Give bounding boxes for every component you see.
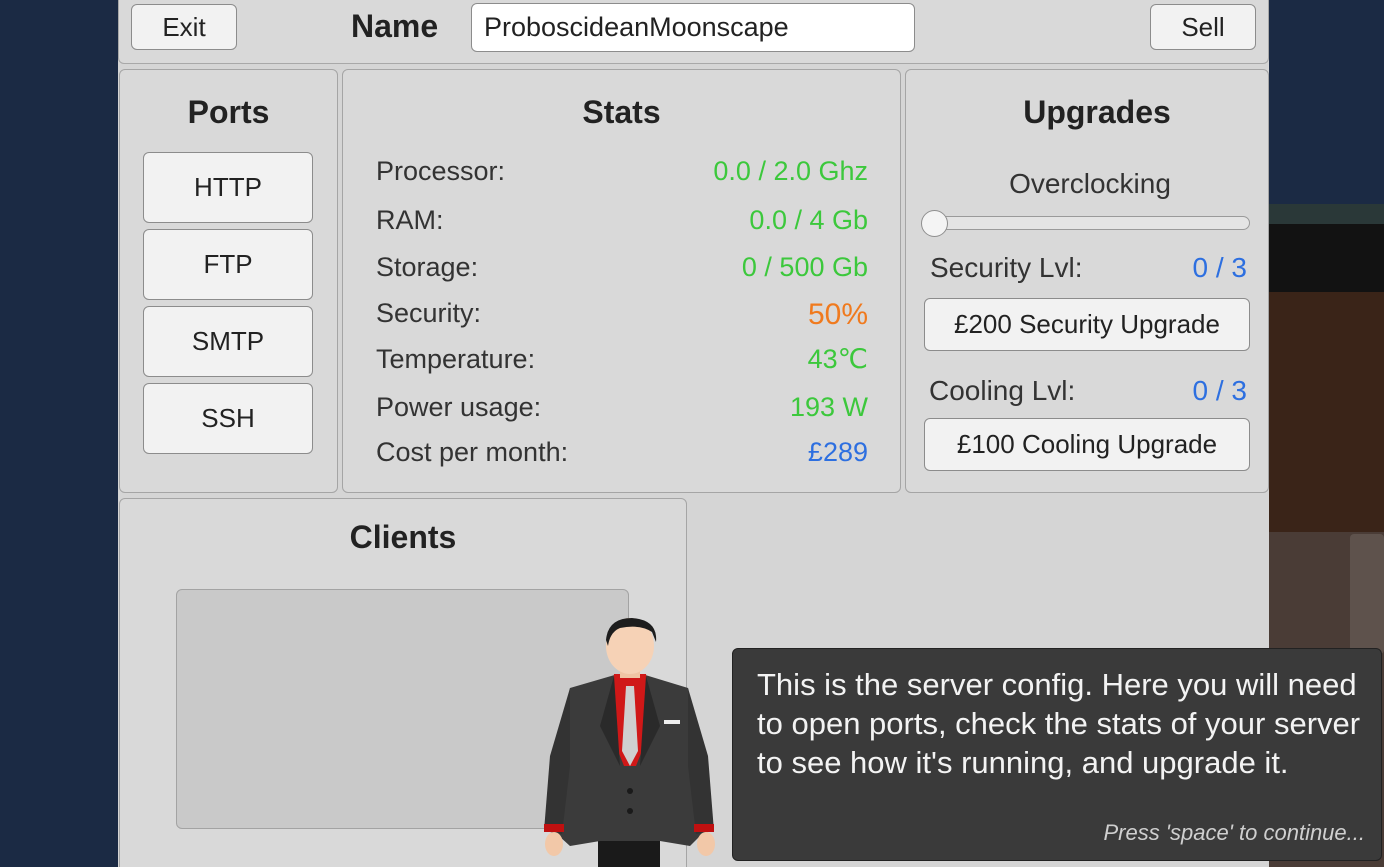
background-scene-wall <box>1268 292 1384 532</box>
ports-title: Ports <box>187 94 270 130</box>
stat-row-storage: Storage: 0 / 500 Gb <box>376 252 868 283</box>
stat-label: Processor: <box>376 156 506 186</box>
stat-label: RAM: <box>376 205 444 235</box>
stats-title: Stats <box>582 94 661 130</box>
port-http-button[interactable]: HTTP <box>143 152 313 223</box>
stat-value: 0.0 / 4 Gb <box>749 205 868 235</box>
stat-row-temperature: Temperature: 43℃ <box>376 344 868 375</box>
continue-hint: Press 'space' to continue... <box>1103 820 1365 845</box>
security-level-label: Security Lvl: <box>930 252 1083 283</box>
stat-value: 50% <box>807 298 868 331</box>
security-level-value: 0 / 3 <box>1192 252 1247 283</box>
port-smtp-button[interactable]: SMTP <box>143 306 313 377</box>
stat-value: 193 W <box>789 392 868 422</box>
tutorial-character-illustration <box>544 618 715 867</box>
exit-button[interactable]: Exit <box>131 4 237 50</box>
stat-row-power: Power usage: 193 W <box>376 392 868 423</box>
background-scene-strip <box>1268 204 1384 224</box>
stat-value: 43℃ <box>807 344 868 374</box>
stat-row-security: Security: 50% <box>376 298 868 332</box>
upgrades-title: Upgrades <box>1023 94 1171 130</box>
tutorial-dialog[interactable]: This is the server config. Here you will… <box>732 648 1382 861</box>
cooling-level-label: Cooling Lvl: <box>929 375 1076 406</box>
port-ssh-button[interactable]: SSH <box>143 383 313 454</box>
overclocking-slider-track[interactable] <box>922 216 1250 230</box>
stat-value: 0 / 500 Gb <box>741 252 868 282</box>
cooling-upgrade-button[interactable]: £100 Cooling Upgrade <box>924 418 1250 471</box>
stat-label: Storage: <box>376 252 479 282</box>
port-ftp-button[interactable]: FTP <box>143 229 313 300</box>
background-scene-panel <box>1350 534 1384 654</box>
stat-row-processor: Processor: 0.0 / 2.0 Ghz <box>376 156 868 187</box>
stat-value: 0.0 / 2.0 Ghz <box>713 156 868 186</box>
name-label: Name <box>351 8 439 44</box>
sell-button[interactable]: Sell <box>1150 4 1256 50</box>
security-upgrade-button[interactable]: £200 Security Upgrade <box>924 298 1250 351</box>
tutorial-dialog-text: This is the server config. Here you will… <box>757 667 1361 780</box>
stat-label: Cost per month: <box>376 437 569 467</box>
cooling-level-value: 0 / 3 <box>1192 375 1247 406</box>
stat-label: Temperature: <box>376 344 536 374</box>
stat-value: £289 <box>807 437 868 467</box>
server-name-input[interactable] <box>471 3 915 52</box>
overclocking-slider-handle[interactable] <box>921 210 948 237</box>
stat-row-ram: RAM: 0.0 / 4 Gb <box>376 205 868 236</box>
background-scene-dark <box>1268 224 1384 292</box>
clients-title: Clients <box>349 519 457 555</box>
stat-row-cost: Cost per month: £289 <box>376 437 868 468</box>
stat-label: Power usage: <box>376 392 542 422</box>
stat-label: Security: <box>376 298 482 328</box>
overclocking-label: Overclocking <box>1009 168 1171 199</box>
